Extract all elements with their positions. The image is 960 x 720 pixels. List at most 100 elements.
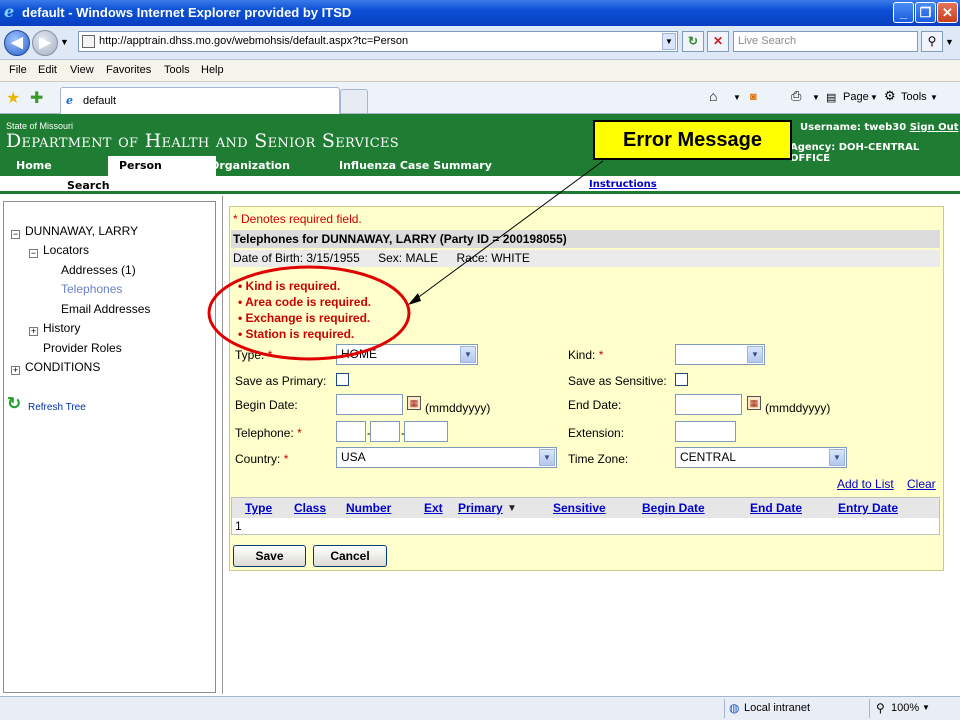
col-type[interactable]: Type bbox=[245, 501, 272, 515]
area-code-input[interactable] bbox=[336, 421, 366, 442]
refresh-tree-icon[interactable]: ↻ bbox=[7, 394, 21, 414]
menu-file[interactable]: File bbox=[9, 64, 27, 76]
telephone-label: Telephone: * bbox=[235, 426, 302, 440]
username: tweb30 bbox=[864, 122, 907, 133]
live-search-input[interactable]: Live Search bbox=[733, 31, 918, 52]
tree-addresses[interactable]: Addresses (1) bbox=[61, 263, 136, 277]
menu-favorites[interactable]: Favorites bbox=[106, 64, 151, 76]
ie-logo-icon: e bbox=[4, 2, 15, 21]
col-class[interactable]: Class bbox=[294, 501, 326, 515]
begin-date-input[interactable] bbox=[336, 394, 403, 415]
end-date-input[interactable] bbox=[675, 394, 742, 415]
subnav-search[interactable]: Search bbox=[67, 179, 110, 192]
collapse-locators-icon[interactable]: − bbox=[29, 249, 38, 258]
instructions-link[interactable]: Instructions bbox=[589, 179, 657, 190]
page-dropdown-icon[interactable]: ▼ bbox=[870, 93, 878, 102]
tree-provider-roles[interactable]: Provider Roles bbox=[43, 341, 122, 355]
col-sensitive[interactable]: Sensitive bbox=[553, 501, 606, 515]
rss-feed-icon[interactable]: ◙ bbox=[750, 91, 757, 103]
nav-home[interactable]: Home bbox=[16, 159, 52, 172]
nav-influenza-case-summary[interactable]: Influenza Case Summary bbox=[339, 159, 492, 172]
cancel-button[interactable]: Cancel bbox=[313, 545, 387, 567]
kind-label-text: Kind: bbox=[568, 348, 596, 362]
sign-out-link[interactable]: Sign Out bbox=[910, 122, 959, 133]
ie-page-icon: e bbox=[66, 94, 73, 107]
print-icon[interactable]: ⎙ bbox=[791, 88, 801, 104]
page-menu-icon[interactable]: ▤ bbox=[826, 91, 836, 104]
maximize-button[interactable]: ❐ bbox=[915, 2, 936, 23]
refresh-tree-link[interactable]: Refresh Tree bbox=[28, 402, 86, 413]
home-dropdown-icon[interactable]: ▼ bbox=[733, 93, 741, 102]
kind-select[interactable]: ▼ bbox=[675, 344, 765, 365]
menu-help[interactable]: Help bbox=[201, 64, 224, 76]
search-icon[interactable]: ⚲ bbox=[921, 31, 943, 52]
stop-icon[interactable]: ✕ bbox=[707, 31, 729, 52]
username-label: Username: bbox=[800, 122, 861, 133]
add-to-list-link[interactable]: Add to List bbox=[837, 477, 894, 491]
exchange-input[interactable] bbox=[370, 421, 400, 442]
home-icon[interactable]: ⌂ bbox=[709, 88, 717, 104]
tree-email-addresses[interactable]: Email Addresses bbox=[61, 302, 150, 316]
print-dropdown-icon[interactable]: ▼ bbox=[812, 93, 820, 102]
close-window-button[interactable]: ✕ bbox=[937, 2, 958, 23]
back-icon[interactable]: ◀ bbox=[4, 30, 30, 56]
col-primary[interactable]: Primary bbox=[458, 501, 503, 515]
col-entry-date[interactable]: Entry Date bbox=[838, 501, 898, 515]
tree-history[interactable]: History bbox=[43, 321, 80, 335]
page-menu[interactable]: Page bbox=[843, 91, 869, 103]
tree-conditions[interactable]: CONDITIONS bbox=[25, 360, 100, 374]
begin-date-label: Begin Date: bbox=[235, 398, 298, 412]
status-bar: ◍ Local intranet ⚲ 100% ▼ bbox=[0, 696, 960, 720]
tree-locators[interactable]: Locators bbox=[43, 243, 89, 257]
country-select[interactable]: USA ▼ bbox=[336, 447, 557, 468]
save-as-primary-checkbox[interactable] bbox=[336, 373, 349, 386]
menu-edit[interactable]: Edit bbox=[38, 64, 57, 76]
calendar-icon[interactable]: ▦ bbox=[747, 396, 761, 410]
forward-icon[interactable]: ▶ bbox=[32, 30, 58, 56]
type-select[interactable]: HOME ▼ bbox=[336, 344, 478, 365]
zoom-dropdown-icon[interactable]: ▼ bbox=[922, 703, 930, 712]
zoom-icon[interactable]: ⚲ bbox=[876, 701, 885, 715]
nav-organization[interactable]: Organization bbox=[210, 159, 290, 172]
sort-descending-icon: ▼ bbox=[507, 503, 517, 514]
extension-input[interactable] bbox=[675, 421, 736, 442]
col-number[interactable]: Number bbox=[346, 501, 391, 515]
add-favorite-icon[interactable]: ✚ bbox=[30, 88, 43, 108]
clear-link[interactable]: Clear bbox=[907, 477, 936, 491]
status-divider bbox=[869, 699, 870, 718]
menu-view[interactable]: View bbox=[70, 64, 94, 76]
calendar-icon[interactable]: ▦ bbox=[407, 396, 421, 410]
chevron-down-icon[interactable]: ▼ bbox=[662, 33, 676, 50]
tools-menu[interactable]: Tools bbox=[901, 91, 927, 103]
menu-tools[interactable]: Tools bbox=[164, 64, 190, 76]
kind-label: Kind: * bbox=[568, 348, 603, 362]
minimize-button[interactable]: _ bbox=[893, 2, 914, 23]
col-begin-date[interactable]: Begin Date bbox=[642, 501, 705, 515]
new-tab-button[interactable] bbox=[340, 89, 368, 114]
nav-person[interactable]: Person bbox=[119, 159, 162, 172]
save-button[interactable]: Save bbox=[233, 545, 306, 567]
station-input[interactable] bbox=[404, 421, 448, 442]
tools-dropdown-icon[interactable]: ▼ bbox=[930, 93, 938, 102]
expand-history-icon[interactable]: + bbox=[29, 327, 38, 336]
col-ext[interactable]: Ext bbox=[424, 501, 443, 515]
history-dropdown-icon[interactable]: ▼ bbox=[60, 37, 69, 47]
col-end-date[interactable]: End Date bbox=[750, 501, 802, 515]
gear-icon[interactable]: ⚙ bbox=[884, 88, 896, 104]
address-input[interactable]: http://apptrain.dhss.mo.gov/webmohsis/de… bbox=[78, 31, 678, 52]
tab-default[interactable]: e default bbox=[60, 87, 340, 114]
expand-conditions-icon[interactable]: + bbox=[11, 366, 20, 375]
collapse-root-icon[interactable]: − bbox=[11, 230, 20, 239]
favorites-star-icon[interactable]: ★ bbox=[6, 88, 20, 108]
type-value: HOME bbox=[341, 347, 377, 361]
zoom-level[interactable]: 100% bbox=[891, 702, 919, 714]
time-zone-select[interactable]: CENTRAL ▼ bbox=[675, 447, 847, 468]
error-message-callout: Error Message bbox=[593, 120, 792, 160]
refresh-icon[interactable]: ↻ bbox=[682, 31, 704, 52]
error-station: Station is required. bbox=[238, 326, 371, 342]
search-options-icon[interactable]: ▼ bbox=[945, 37, 954, 47]
tree-root-person[interactable]: DUNNAWAY, LARRY bbox=[25, 224, 138, 238]
sex-value: MALE bbox=[405, 251, 439, 265]
save-as-sensitive-checkbox[interactable] bbox=[675, 373, 688, 386]
tree-telephones[interactable]: Telephones bbox=[61, 282, 122, 296]
